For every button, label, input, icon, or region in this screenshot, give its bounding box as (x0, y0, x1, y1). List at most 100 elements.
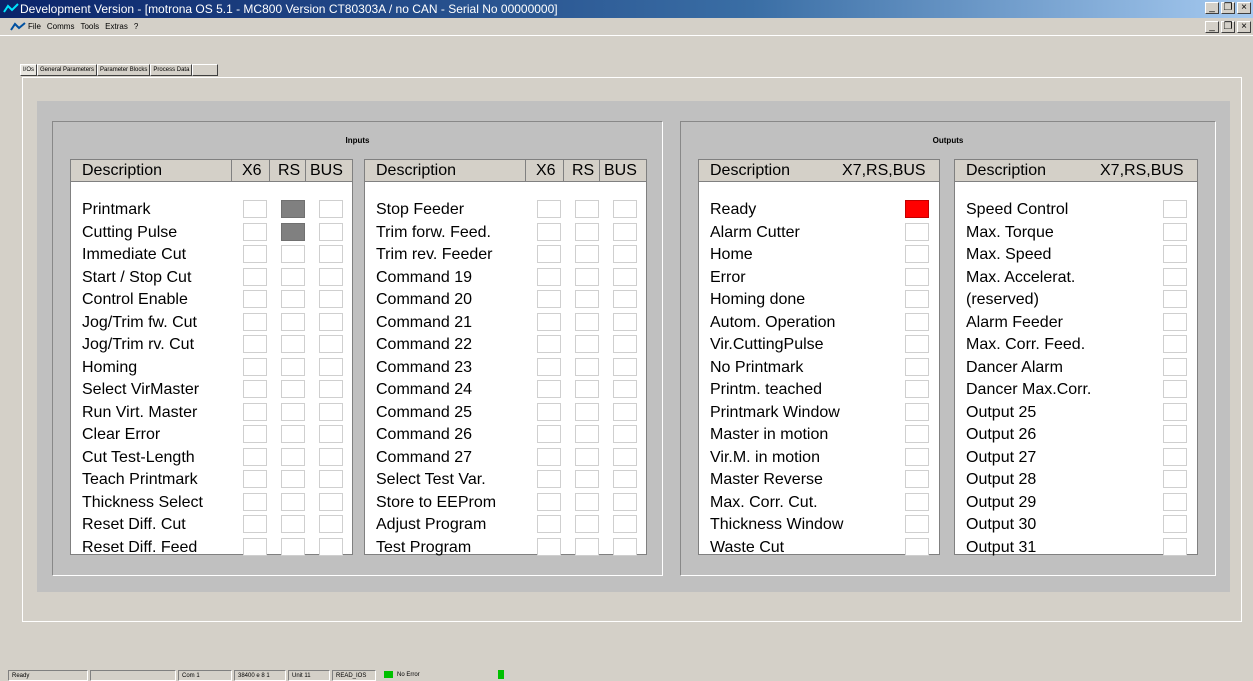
output-indicator (1163, 425, 1187, 443)
title-bar: Development Version - [motrona OS 5.1 - … (0, 0, 1253, 18)
tab-general-parameters[interactable]: General Parameters (37, 64, 98, 76)
output-indicator (1163, 200, 1187, 218)
io-row: Output 26 (955, 423, 1197, 446)
tab-process-data[interactable]: Process Data (150, 64, 193, 76)
io-row: Command 20 (365, 288, 646, 311)
io-description: Adjust Program (376, 516, 487, 533)
outputs-title: Outputs (932, 136, 964, 145)
rs-indicator (281, 200, 305, 218)
io-description: (reserved) (966, 291, 1039, 308)
output-indicator (905, 290, 929, 308)
output-indicator (905, 380, 929, 398)
io-description: Error (710, 268, 746, 286)
rs-indicator (575, 200, 599, 218)
io-description: Max. Speed (966, 246, 1052, 263)
rs-indicator (575, 380, 599, 398)
io-row: Alarm Cutter (699, 221, 939, 244)
io-description: Printmark (82, 201, 151, 218)
io-row: Command 23 (365, 356, 646, 379)
header-x7-rs-bus: X7,RS,BUS (1100, 162, 1184, 179)
io-description: Command 22 (376, 336, 473, 353)
io-row: Master in motion (699, 423, 939, 446)
rs-indicator (281, 492, 305, 511)
restore-button[interactable]: ❐ (1221, 2, 1235, 14)
io-row: Select VirMaster (71, 378, 352, 401)
inputs-right-grid: Description X6 RS BUS Stop Feeder Trim fo… (364, 159, 648, 556)
tab-empty[interactable] (192, 64, 219, 76)
menu-comms[interactable]: Comms (47, 18, 75, 36)
bus-indicator (613, 470, 637, 488)
close-button[interactable]: × (1237, 2, 1251, 14)
output-indicator (905, 245, 929, 263)
menu-tools[interactable]: Tools (80, 18, 99, 36)
rs-indicator (281, 447, 305, 466)
rs-indicator (575, 492, 599, 511)
child-minimize-button[interactable]: _ (1205, 21, 1219, 33)
child-restore-button[interactable]: ❐ (1221, 21, 1235, 33)
bus-indicator (319, 200, 343, 218)
output-indicator (1163, 267, 1187, 286)
io-row: Teach Printmark (71, 468, 352, 491)
output-indicator (905, 222, 929, 241)
status-port: Com 1 (178, 670, 232, 681)
minimize-button[interactable]: _ (1205, 2, 1219, 14)
x6-indicator (537, 447, 561, 466)
x6-indicator (243, 402, 267, 421)
io-row: Stop Feeder (365, 198, 646, 221)
io-description: Start / Stop Cut (82, 268, 192, 286)
io-description: Max. Torque (966, 223, 1054, 241)
rs-indicator (575, 357, 599, 376)
io-description: Max. Corr. Cut. (710, 493, 818, 511)
io-row: Dancer Alarm (955, 356, 1197, 379)
io-row: Thickness Select (71, 491, 352, 514)
bus-indicator (613, 267, 637, 286)
child-close-button[interactable]: × (1237, 21, 1251, 33)
menu-help[interactable]: ? (134, 18, 138, 36)
header-rs: RS (269, 160, 305, 182)
header-bus: BUS (599, 160, 648, 182)
x6-indicator (537, 380, 561, 398)
io-description: Command 25 (376, 403, 473, 421)
tab-ios[interactable]: I/Os (20, 64, 38, 76)
x6-indicator (537, 537, 561, 556)
rs-indicator (281, 312, 305, 331)
io-description: Vir.M. in motion (710, 448, 820, 466)
header-bus: BUS (305, 160, 354, 182)
io-row: Trim forw. Feed. (365, 221, 646, 244)
bus-indicator (613, 312, 637, 331)
io-description: Jog/Trim fw. Cut (82, 313, 197, 331)
rs-indicator (281, 515, 305, 533)
output-indicator (1163, 402, 1187, 421)
io-description: Cut Test-Length (82, 448, 195, 466)
io-row: Max. Torque (955, 221, 1197, 244)
io-row: Home (699, 243, 939, 266)
io-row: Adjust Program (365, 513, 646, 536)
menu-extras[interactable]: Extras (105, 18, 128, 36)
menu-file[interactable]: File (28, 18, 41, 36)
io-description: Homing done (710, 291, 806, 308)
x6-indicator (243, 335, 267, 353)
outputs-right-grid: Description X7,RS,BUS Speed Control Max. … (954, 159, 1198, 556)
header-x6: X6 (231, 160, 269, 182)
bus-indicator (319, 470, 343, 488)
io-description: Command 21 (376, 313, 473, 331)
io-description: Max. Corr. Feed. (966, 336, 1086, 353)
output-indicator (1163, 222, 1187, 241)
io-row: Command 24 (365, 378, 646, 401)
output-indicator (905, 335, 929, 353)
rs-indicator (575, 537, 599, 556)
io-description: No Printmark (710, 358, 804, 376)
io-row: Cutting Pulse (71, 221, 352, 244)
rs-indicator (281, 470, 305, 488)
io-description: Output 29 (966, 493, 1037, 511)
io-description: Thickness Select (82, 493, 203, 511)
io-description: Homing (82, 358, 138, 376)
io-row: Waste Cut (699, 536, 939, 559)
tab-parameter-blocks[interactable]: Parameter Blocks (97, 64, 151, 76)
x6-indicator (243, 470, 267, 488)
io-description: Printm. teached (710, 381, 823, 398)
rs-indicator (281, 245, 305, 263)
io-row: Trim rev. Feeder (365, 243, 646, 266)
io-row: Start / Stop Cut (71, 266, 352, 289)
x6-indicator (243, 222, 267, 241)
